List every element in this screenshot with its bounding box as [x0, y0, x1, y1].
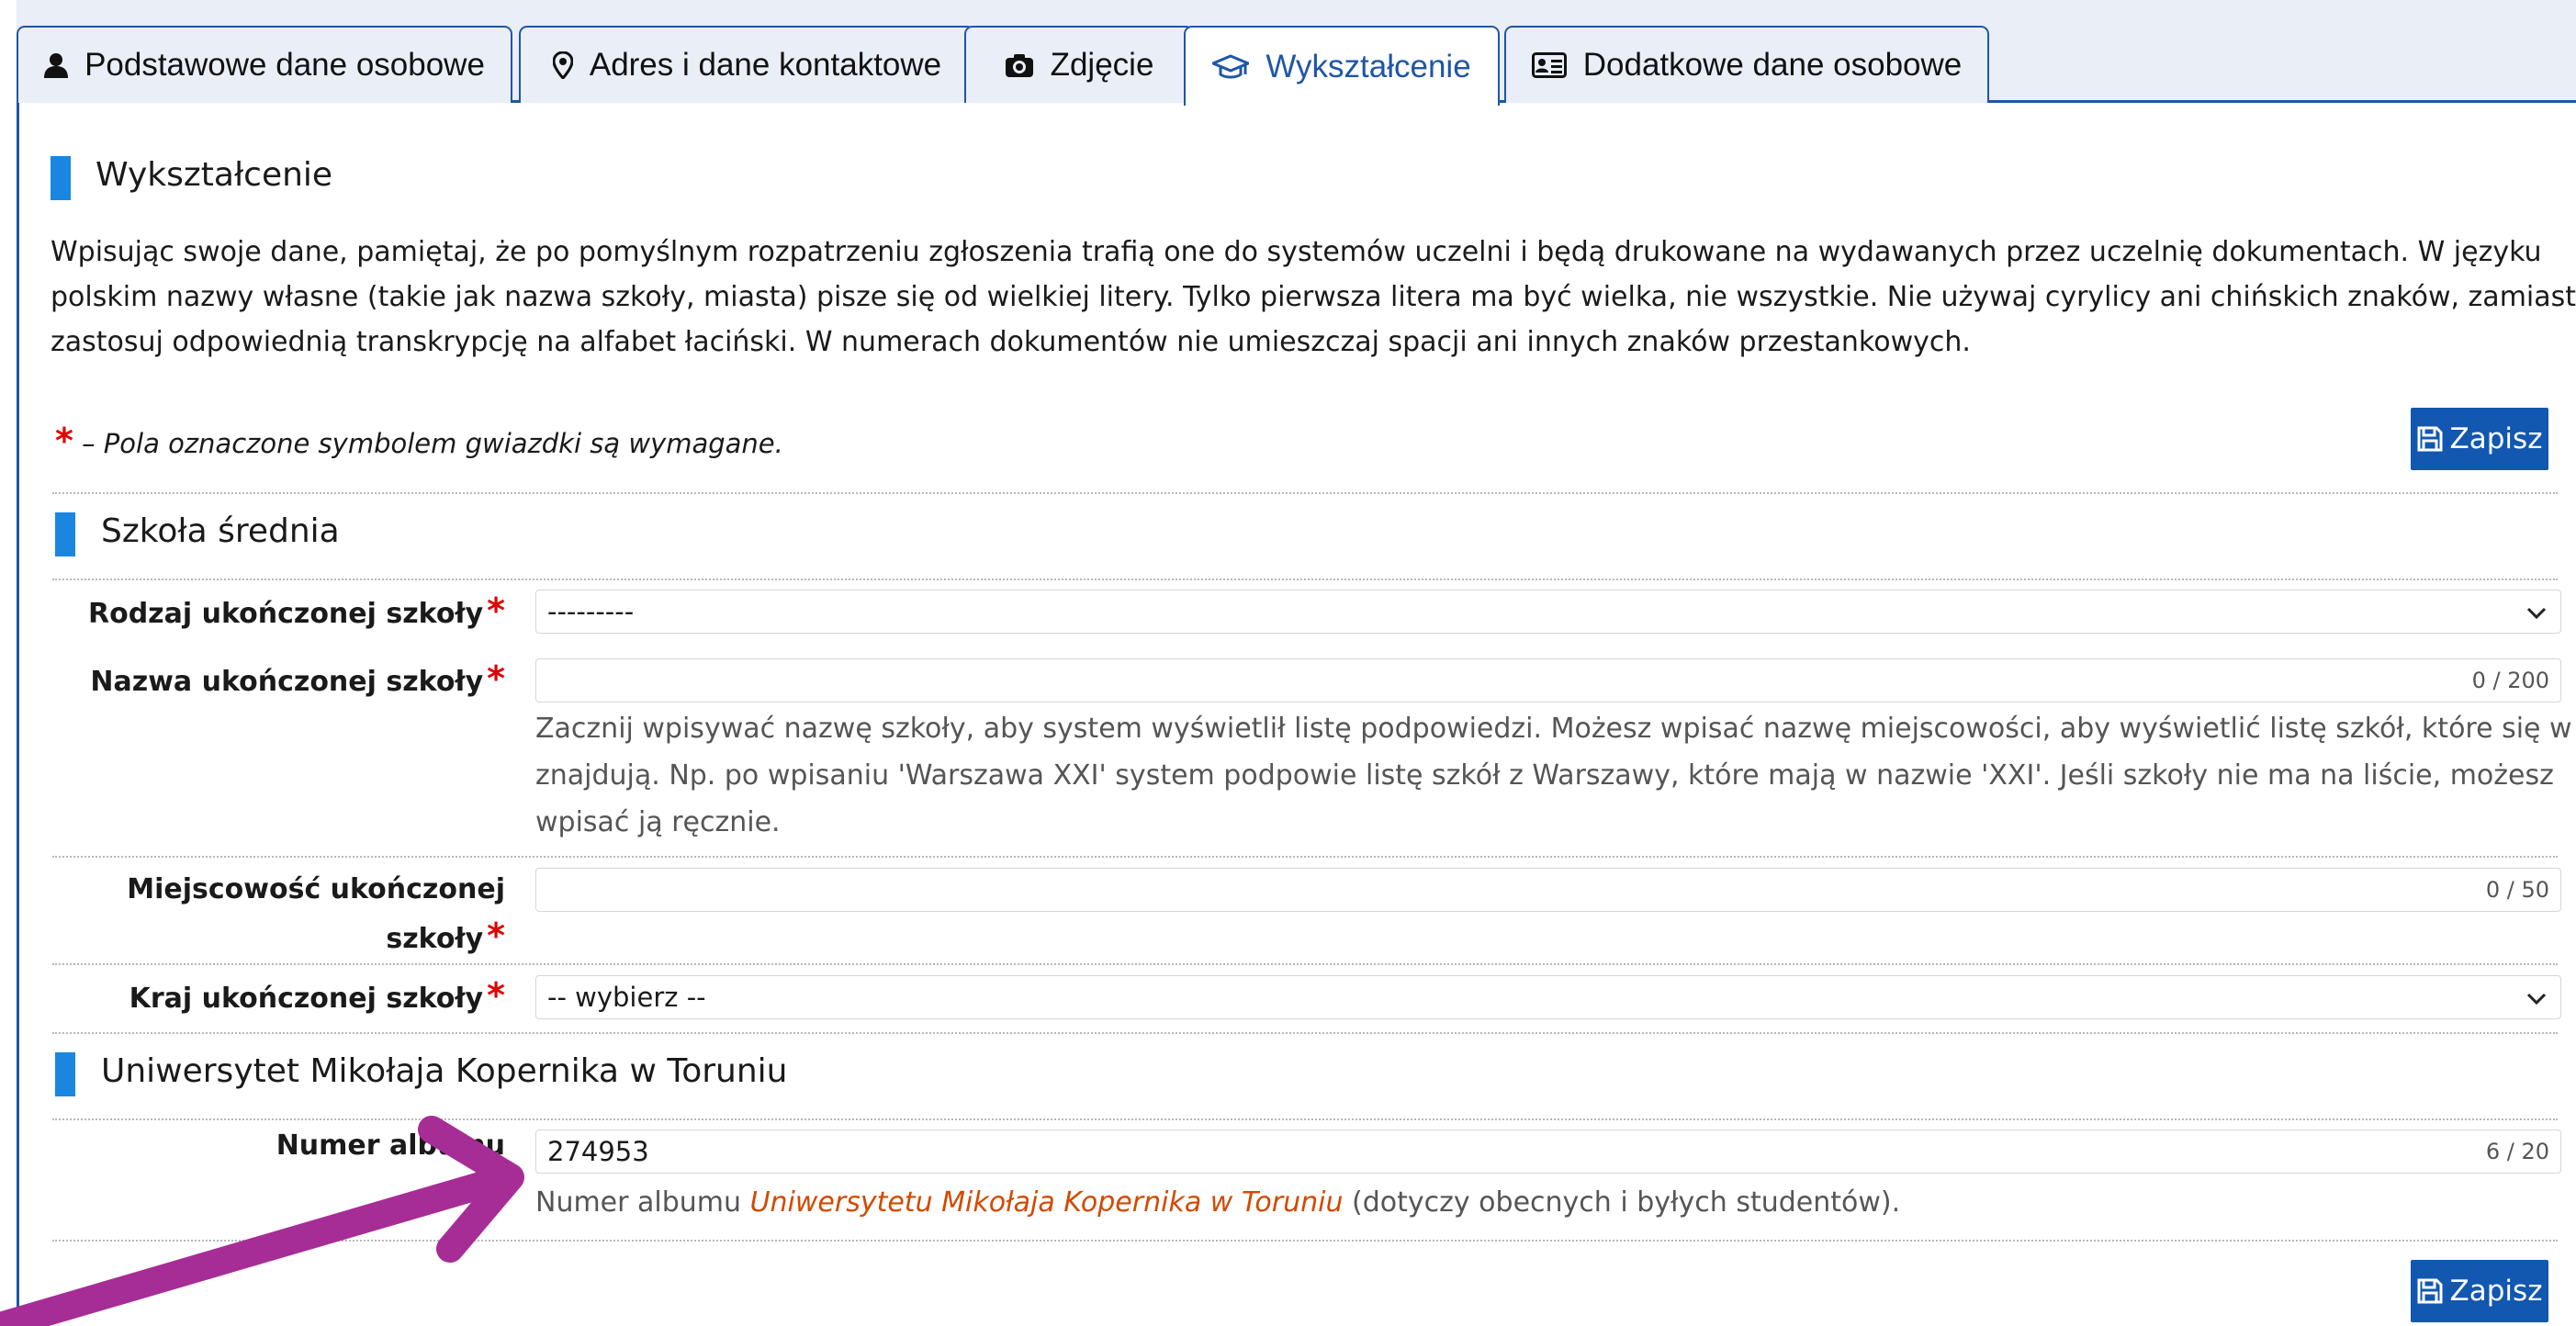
camera-icon	[1005, 52, 1034, 78]
school-city-label: Miejscowość ukończonej szkoły *	[127, 873, 505, 956]
divider	[52, 856, 2558, 858]
required-star: *	[55, 421, 73, 461]
divider	[52, 1118, 2558, 1120]
divider	[52, 1032, 2558, 1034]
school-name-label: Nazwa ukończonej szkoły *	[90, 658, 505, 699]
tab-label: Podstawowe dane osobowe	[84, 47, 485, 83]
divider	[52, 579, 2558, 580]
intro-text: Wpisując swoje dane, pamiętaj, że po pom…	[51, 236, 2576, 358]
chevron-down-icon	[2526, 993, 2547, 1006]
album-number-help: Numer albumu Uniwersytetu Mikołaja Koper…	[535, 1186, 1901, 1219]
university-title: Uniwersytet Mikołaja Kopernika w Toruniu	[101, 1052, 788, 1090]
university-link[interactable]: Uniwersytetu Mikołaja Kopernika w Toruni…	[750, 1186, 1344, 1219]
chevron-down-icon	[2526, 607, 2547, 620]
tab-label: Adres i dane kontaktowe	[589, 47, 942, 83]
divider	[52, 963, 2558, 965]
floppy-disk-icon	[2417, 1278, 2443, 1304]
school-name-input[interactable]: 0 / 200	[535, 658, 2561, 702]
panel-border	[17, 103, 19, 1326]
save-button-top[interactable]: Zapisz	[2411, 408, 2548, 470]
tab-bar: Podstawowe dane osobowe Adres i dane kon…	[17, 0, 2576, 106]
album-number-input[interactable]: 274953 6 / 20	[535, 1129, 2561, 1174]
tab-basic-personal-data[interactable]: Podstawowe dane osobowe	[17, 26, 512, 103]
section-marker	[55, 1052, 75, 1096]
id-card-icon	[1531, 52, 1567, 78]
tab-photo[interactable]: Zdjęcie	[964, 26, 1194, 103]
required-fields-note: * – Pola oznaczone symbolem gwiazdki są …	[55, 421, 783, 461]
divider	[52, 492, 2558, 494]
char-counter: 6 / 20	[2485, 1139, 2549, 1164]
school-country-select[interactable]: -- wybierz --	[535, 975, 2561, 1019]
floppy-disk-icon	[2417, 426, 2443, 452]
user-icon	[44, 52, 69, 78]
section-marker	[51, 156, 71, 200]
tab-label: Wykształcenie	[1266, 48, 1471, 84]
graduation-cap-icon	[1212, 53, 1250, 80]
school-city-input[interactable]: 0 / 50	[535, 868, 2561, 912]
tab-additional-personal-data[interactable]: Dodatkowe dane osobowe	[1504, 26, 1989, 103]
school-name-help: Zacznij wpisywać nazwę szkoły, aby syste…	[535, 713, 2576, 838]
tab-address-contact[interactable]: Adres i dane kontaktowe	[519, 26, 975, 103]
section-marker	[55, 512, 75, 556]
tab-label: Dodatkowe dane osobowe	[1582, 47, 1963, 83]
char-counter: 0 / 200	[2471, 668, 2549, 693]
school-type-select[interactable]: ---------	[535, 590, 2561, 634]
high-school-title: Szkoła średnia	[101, 512, 340, 550]
school-type-label: Rodzaj ukończonej szkoły *	[87, 590, 505, 631]
save-button-bottom[interactable]: Zapisz	[2411, 1260, 2548, 1322]
section-title: Wykształcenie	[96, 156, 333, 194]
tab-label: Zdjęcie	[1050, 47, 1154, 83]
album-number-label: Numer albumu	[276, 1129, 505, 1162]
tab-education[interactable]: Wykształcenie	[1184, 26, 1500, 106]
divider	[52, 1240, 2558, 1242]
char-counter: 0 / 50	[2485, 877, 2549, 903]
map-marker-icon	[552, 51, 573, 79]
school-country-label: Kraj ukończonej szkoły *	[129, 975, 505, 1016]
